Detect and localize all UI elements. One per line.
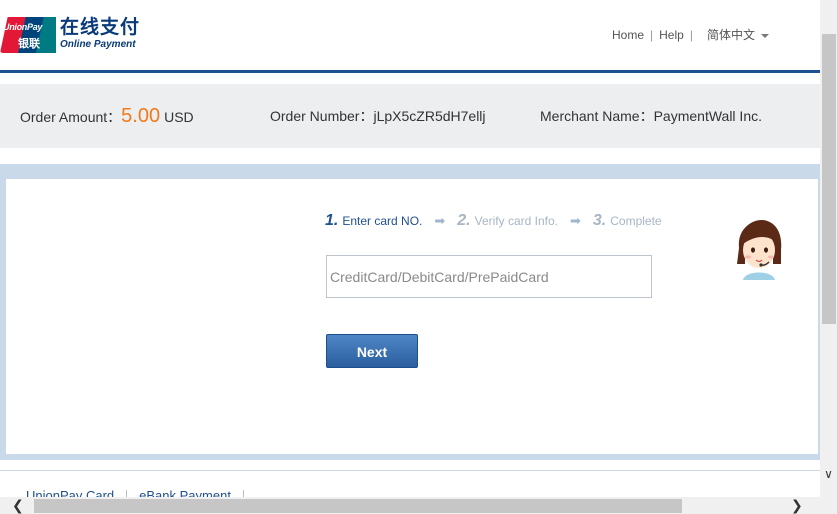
order-amount: Order Amount：5.00 USD: [20, 84, 194, 148]
merchant-name: Merchant Name：PaymentWall Inc.: [540, 84, 762, 148]
vertical-scrollbar-thumb[interactable]: [822, 34, 836, 324]
order-amount-label: Order Amount：: [20, 109, 122, 125]
order-number-value: jLpX5cZR5dH7ellj: [373, 108, 486, 124]
arrow-right-icon: ➡: [434, 213, 446, 228]
top-nav: Home | Help | 简体中文: [612, 26, 769, 43]
nav-help-link[interactable]: Help: [659, 28, 684, 42]
unionpay-badge-icon: UnionPay 银联: [0, 17, 56, 53]
logo-badge-top-text: UnionPay: [3, 22, 43, 32]
unionpay-logo[interactable]: UnionPay 银联 在线支付 Online Payment: [0, 16, 140, 54]
merchant-name-value: PaymentWall Inc.: [653, 108, 762, 124]
caret-down-icon: [760, 33, 769, 38]
order-number: Order Number：jLpX5cZR5dH7ellj: [270, 84, 486, 148]
step-2-label: Verify card Info.: [474, 214, 558, 228]
step-1-label: Enter card NO.: [342, 214, 423, 228]
page-header: UnionPay 银联 在线支付 Online Payment Home | Hel…: [0, 0, 820, 70]
card-number-input[interactable]: [326, 255, 652, 298]
merchant-name-label: Merchant Name：: [540, 108, 654, 124]
step-1-number: 1.: [325, 212, 339, 229]
order-info-band: Order Amount：5.00 USD Order Number：jLpX5c…: [0, 84, 820, 148]
step-3-label: Complete: [610, 214, 662, 228]
language-label: 简体中文: [706, 28, 755, 42]
logo-title-cn: 在线支付: [60, 17, 141, 38]
step-3-number: 3.: [592, 212, 607, 229]
header-divider: [0, 70, 820, 73]
scroll-left-icon[interactable]: ❮: [12, 497, 28, 514]
order-number-label: Order Number：: [270, 108, 374, 124]
nav-home-link[interactable]: Home: [612, 28, 644, 42]
customer-service-avatar-icon: [737, 220, 782, 280]
language-selector[interactable]: 简体中文: [707, 28, 769, 42]
logo-title-en: Online Payment: [60, 39, 136, 50]
nav-separator: |: [650, 28, 654, 42]
horizontal-scrollbar-thumb[interactable]: [34, 499, 682, 513]
nav-separator: |: [689, 28, 693, 42]
order-amount-value: 5.00: [121, 105, 161, 127]
order-currency: USD: [164, 109, 194, 125]
logo-badge-bottom-text: 银联: [18, 38, 40, 50]
scroll-right-icon[interactable]: ❯: [791, 497, 807, 514]
step-2-number: 2.: [457, 212, 471, 229]
scroll-down-icon[interactable]: ∨: [820, 466, 837, 482]
arrow-right-icon: ➡: [570, 213, 581, 228]
next-button[interactable]: Next: [326, 334, 418, 368]
progress-steps: 1. Enter card NO. ➡ 2. Verify card Info.…: [325, 212, 674, 230]
